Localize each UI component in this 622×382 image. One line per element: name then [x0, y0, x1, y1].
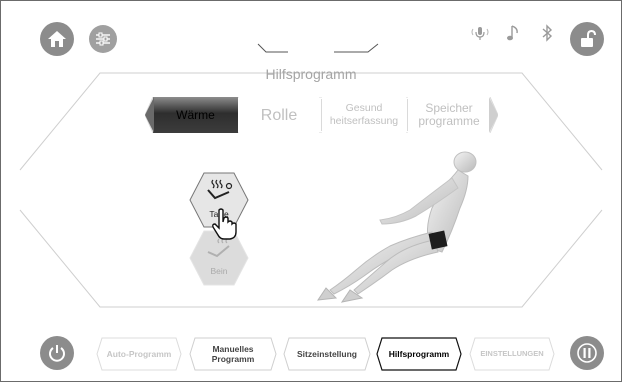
function-tabs: Wärme Rolle Gesund heitserfassung Speich…: [145, 97, 498, 133]
pause-icon: [577, 343, 597, 363]
power-icon: [49, 345, 65, 362]
nav-einstellungen[interactable]: EINSTELLUNGEN: [469, 337, 555, 371]
bluetooth-icon[interactable]: [540, 24, 554, 42]
sliders-icon: [96, 32, 110, 46]
panel-outline: [19, 43, 603, 308]
nav-auto-programm[interactable]: Auto-Programm: [96, 337, 182, 371]
nav-manuelles-programm[interactable]: Manuelles Programm: [189, 337, 277, 371]
power-button[interactable]: [40, 336, 74, 370]
tab-rolle[interactable]: Rolle: [239, 97, 319, 133]
nav-sitzeinstellung[interactable]: Sitzeinstellung: [283, 337, 371, 371]
pause-button[interactable]: [570, 336, 604, 370]
nav-hilfsprogramm[interactable]: Hilfsprogramm: [376, 337, 462, 371]
unlock-icon: [581, 29, 596, 47]
heat-seat-icon: [207, 179, 233, 200]
tab-right-cap: [489, 97, 498, 133]
home-icon: [48, 31, 66, 47]
page-title: Hilfsprogramm: [265, 66, 357, 82]
zone-label: Bein: [210, 266, 228, 276]
body-figure-illustration: [316, 151, 477, 303]
home-button[interactable]: [40, 22, 74, 56]
music-note-icon[interactable]: [506, 24, 522, 42]
pointer-hand-icon: [212, 208, 237, 240]
tab-gesundheitserfassung[interactable]: Gesund heitserfassung: [322, 97, 406, 133]
tab-active-left-cap: [145, 97, 154, 133]
tab-speicherprogramme[interactable]: Speicher programme: [408, 97, 490, 133]
settings-sliders-button[interactable]: [89, 25, 117, 53]
tab-waerme[interactable]: Wärme: [153, 97, 238, 133]
microphone-icon[interactable]: [471, 24, 489, 42]
lock-button[interactable]: [570, 22, 604, 56]
